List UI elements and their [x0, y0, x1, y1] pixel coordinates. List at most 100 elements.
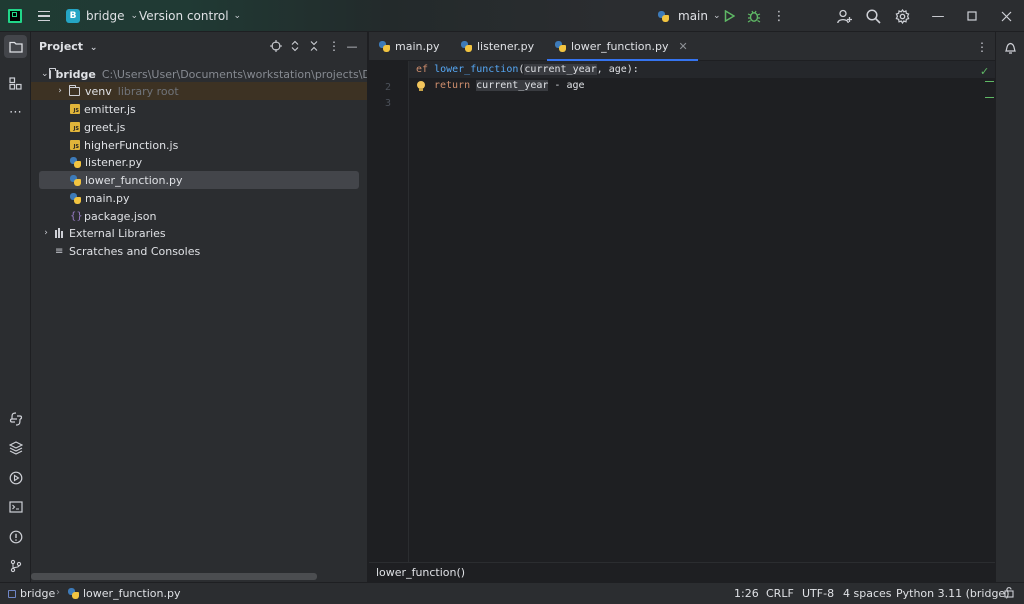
project-selector[interactable]: B bridge ⌄ [66, 0, 138, 32]
indent-setting[interactable]: 4 spaces [843, 587, 892, 600]
tab-label: lower_function.py [571, 40, 669, 53]
json-file-icon: {} [70, 210, 83, 222]
module-icon [8, 589, 16, 598]
terminal-icon[interactable] [4, 495, 27, 518]
python-file-icon [68, 588, 79, 599]
python-file-icon [555, 41, 566, 52]
chevron-down-icon: ⌄ [41, 69, 49, 79]
chevron-down-icon: ⌄ [712, 11, 721, 21]
options-more-icon[interactable]: ⋮ [327, 39, 341, 53]
status-file-name: lower_function.py [83, 587, 181, 600]
line-separator[interactable]: CRLF [766, 587, 794, 600]
code-keyword: ef [416, 64, 429, 75]
tab-lower-function-py[interactable]: lower_function.py ✕ [547, 32, 698, 61]
locate-target-icon[interactable] [269, 39, 283, 53]
left-tool-strip: ⋯ [0, 32, 31, 582]
tree-item-bridge-root[interactable]: ⌄ bridge C:\Users\User\Documents\worksta… [31, 65, 367, 83]
minimize-icon[interactable]: — [932, 0, 945, 32]
folder-icon [69, 84, 80, 96]
services-run-icon[interactable] [4, 466, 27, 489]
lightbulb-intention-icon[interactable] [417, 81, 425, 91]
breadcrumb-function[interactable]: lower_function() [376, 566, 465, 579]
more-tools-icon[interactable]: ⋯ [4, 101, 27, 124]
project-badge: B [66, 9, 80, 23]
search-icon[interactable] [866, 0, 881, 32]
chevron-right-icon: › [56, 587, 60, 598]
js-file-icon: JS [70, 104, 80, 114]
project-tool-window: Project ⌄ ⋮ — ⌄ bridge C:\Users\User\Doc… [31, 32, 368, 582]
tree-item-package-json[interactable]: {} package.json [31, 207, 367, 225]
python-interpreter[interactable]: Python 3.11 (bridge) [896, 587, 1010, 600]
tree-item-emitter-js[interactable]: JS emitter.js [31, 100, 367, 118]
code-variable: current_year [476, 80, 549, 91]
inspection-ok-check-icon[interactable]: ✓ [980, 65, 989, 78]
editor-tab-bar: main.py listener.py lower_function.py ✕ … [369, 32, 995, 61]
tree-item-hint: library root [117, 84, 179, 98]
scratches-icon: ≡ [55, 245, 64, 257]
git-branch-icon[interactable] [4, 554, 27, 577]
tree-item-main-py[interactable]: main.py [31, 189, 367, 207]
chevron-right-icon: › [44, 228, 48, 238]
hide-pane-icon[interactable]: — [345, 39, 359, 53]
project-view-selector[interactable]: Project ⌄ [39, 40, 97, 53]
tree-item-greet-js[interactable]: JS greet.js [31, 118, 367, 136]
vcs-menu[interactable]: Version control ⌄ [139, 0, 241, 32]
add-user-icon[interactable] [836, 0, 852, 32]
structure-icon[interactable] [4, 72, 27, 95]
tab-listener-py[interactable]: listener.py [461, 32, 534, 61]
project-tool-folder-icon[interactable] [4, 35, 27, 58]
scroll-marker [985, 81, 994, 82]
tree-item-lower-function-py[interactable]: lower_function.py [39, 171, 359, 189]
main-menu-hamburger-icon[interactable] [36, 0, 52, 32]
settings-gear-icon[interactable] [895, 0, 910, 32]
debug-icon[interactable] [747, 0, 761, 32]
tree-item-scratches-consoles[interactable]: ≡ Scratches and Consoles [31, 242, 367, 260]
tree-item-listener-py[interactable]: listener.py [31, 153, 367, 171]
code-editor[interactable]: 2 3 ef lower_function(current_year, age)… [369, 61, 995, 562]
horizontal-scrollbar[interactable] [31, 573, 317, 580]
code-rest: - age [548, 80, 585, 91]
status-breadcrumb-file[interactable]: lower_function.py [68, 587, 181, 600]
chevron-right-icon: › [58, 86, 62, 96]
tab-main-py[interactable]: main.py [379, 32, 439, 61]
collapse-all-icon[interactable] [307, 39, 321, 53]
python-file-icon [70, 174, 81, 186]
tree-item-label: emitter.js [84, 102, 136, 116]
chevron-down-icon: ⌄ [233, 11, 242, 21]
folder-icon [48, 67, 56, 79]
tree-item-label: lower_function.py [85, 173, 183, 187]
tab-options-more-icon[interactable]: ⋮ [976, 32, 988, 61]
tree-item-label: greet.js [84, 120, 126, 134]
tree-item-label: Scratches and Consoles [69, 244, 201, 258]
file-encoding[interactable]: UTF-8 [802, 587, 834, 600]
app-icon[interactable] [8, 0, 24, 32]
run-config-selector[interactable]: main ⌄ [658, 0, 721, 32]
lock-icon[interactable] [1004, 586, 1014, 598]
layers-icon[interactable] [4, 436, 27, 459]
right-tool-strip [995, 32, 1024, 582]
notifications-bell-icon[interactable] [999, 36, 1022, 59]
run-icon[interactable] [722, 0, 736, 32]
editor-gutter: 2 3 [369, 61, 409, 562]
problems-icon[interactable] [4, 525, 27, 548]
close-tab-icon[interactable]: ✕ [679, 40, 688, 53]
code-function-name: lower_function [434, 64, 519, 75]
tree-item-label: External Libraries [69, 226, 166, 240]
status-breadcrumb-project[interactable]: bridge [8, 587, 55, 600]
vcs-label: Version control [139, 9, 229, 23]
tree-item-venv[interactable]: › venv library root [31, 82, 367, 100]
maximize-icon[interactable] [966, 0, 978, 32]
run-config-name: main [678, 9, 708, 23]
expand-all-icon[interactable] [288, 39, 302, 53]
more-icon[interactable]: ⋮ [773, 0, 786, 32]
python-icon [658, 10, 669, 22]
caret-position[interactable]: 1:26 [734, 587, 759, 600]
scroll-marker [985, 97, 994, 98]
code-keyword: return [434, 80, 471, 91]
python-file-icon [70, 156, 81, 168]
tree-item-external-libraries[interactable]: › External Libraries [31, 224, 367, 242]
editor-breadcrumb[interactable]: lower_function() [369, 562, 995, 582]
python-packages-icon[interactable] [4, 407, 27, 430]
tree-item-higherfunction-js[interactable]: JS higherFunction.js [31, 136, 367, 154]
close-window-icon[interactable] [1000, 0, 1012, 32]
